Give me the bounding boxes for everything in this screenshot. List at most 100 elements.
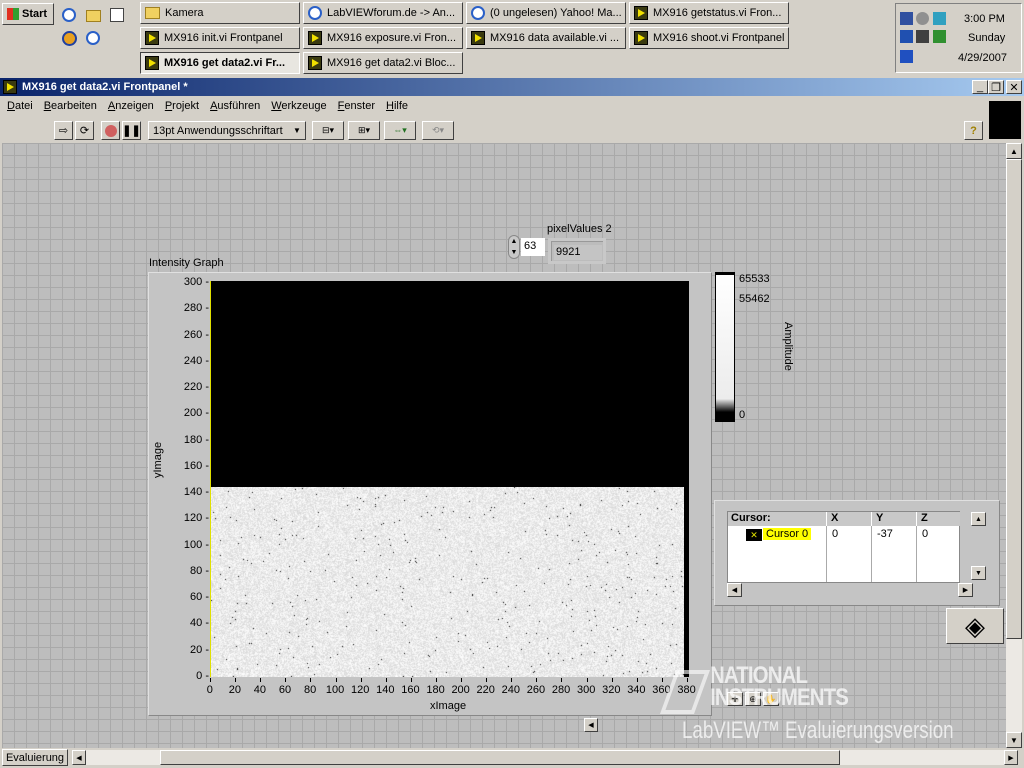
y-tick-label: 140 - — [184, 486, 209, 498]
window-title: MX916 get data2.vi Frontpanel * — [22, 81, 188, 93]
menu-projekt[interactable]: Projekt — [165, 100, 199, 112]
cursor-name[interactable]: Cursor 0 — [763, 528, 811, 540]
x-tick-label: 0 — [207, 684, 213, 696]
pixel-values-label: pixelValues 2 — [547, 223, 612, 235]
cursor-z[interactable]: 0 — [922, 528, 928, 540]
quick-launch-desktop-icon[interactable] — [110, 8, 124, 22]
vi-icon[interactable] — [989, 101, 1021, 139]
y-tick-label: 60 - — [190, 591, 209, 603]
y-tick-label: 100 - — [184, 539, 209, 551]
x-tick-label: 240 — [502, 684, 520, 696]
hscroll-thumb[interactable] — [160, 750, 840, 765]
task-kamera[interactable]: Kamera — [140, 2, 300, 24]
panel-scroll-left[interactable]: ◀ — [584, 718, 598, 732]
hscroll-right-button[interactable]: ▶ — [1004, 750, 1018, 765]
labview-icon — [308, 56, 322, 70]
x-tick-mark — [235, 678, 236, 682]
x-tick-label: 340 — [627, 684, 645, 696]
vertical-scrollbar[interactable]: ▲ ▼ — [1006, 143, 1022, 748]
task-yahoo[interactable]: (0 ungelesen) Yahoo! Ma... — [466, 2, 626, 24]
minimize-button[interactable]: _ — [972, 80, 988, 94]
tray-icon-cd[interactable] — [916, 12, 929, 25]
start-button[interactable]: Start — [2, 3, 54, 25]
legend-scroll-right[interactable]: ▶ — [958, 583, 973, 597]
distribute-objects-button[interactable]: ⊞▾ — [348, 121, 380, 140]
legend-scroll-down[interactable]: ▼ — [971, 566, 986, 580]
resize-objects-button[interactable]: ⇔▾ — [384, 121, 416, 140]
reorder-button[interactable]: ⟲▾ — [422, 121, 454, 140]
quick-launch-ie2-icon[interactable] — [86, 31, 100, 45]
labview-icon — [471, 31, 485, 45]
plot-area[interactable] — [210, 281, 689, 677]
legend-scroll-up[interactable]: ▲ — [971, 512, 986, 526]
task-get-data2-block[interactable]: MX916 get data2.vi Bloc... — [303, 52, 463, 74]
quick-launch-ie-icon[interactable] — [62, 8, 76, 22]
font-select[interactable]: 13pt Anwendungsschriftart ▼ — [148, 121, 306, 140]
task-labviewforum[interactable]: LabVIEWforum.de -> An... — [303, 2, 463, 24]
legend-scroll-left[interactable]: ◀ — [727, 583, 742, 597]
x-tick-label: 60 — [279, 684, 291, 696]
task-shoot[interactable]: MX916 shoot.vi Frontpanel — [629, 27, 789, 49]
x-tick-label: 320 — [602, 684, 620, 696]
cursor-move-button[interactable]: ◈ — [946, 608, 1004, 644]
labview-icon — [308, 31, 322, 45]
tray-icon-sync[interactable] — [933, 12, 946, 25]
close-button[interactable]: ✕ — [1006, 80, 1022, 94]
quick-launch-media-icon[interactable] — [62, 31, 77, 46]
menu-hilfe[interactable]: Hilfe — [386, 100, 408, 112]
x-tick-mark — [336, 678, 337, 682]
x-tick-mark — [536, 678, 537, 682]
watermark-line3: LabVIEW™ Evaluierungsversion — [682, 719, 954, 743]
align-objects-button[interactable]: ⊟▾ — [312, 121, 344, 140]
y-axis-label: yImage — [152, 442, 164, 478]
menu-werkzeuge[interactable]: Werkzeuge — [271, 100, 326, 112]
cursor-x[interactable]: 0 — [832, 528, 838, 540]
intensity-image — [211, 487, 684, 677]
run-button[interactable]: ⇨ — [54, 121, 73, 140]
pixel-values-value: 9921 — [554, 245, 602, 260]
restore-button[interactable]: ❐ — [988, 80, 1004, 94]
y-tick-label: 40 - — [190, 617, 209, 629]
run-continuously-button[interactable]: ⟳ — [75, 121, 94, 140]
task-exposure[interactable]: MX916 exposure.vi Fron... — [303, 27, 463, 49]
menu-bearbeiten[interactable]: Bearbeiten — [44, 100, 97, 112]
window-title-bar: MX916 get data2.vi Frontpanel * — [0, 78, 1024, 96]
windows-logo-icon — [7, 8, 19, 20]
tray-icon-book[interactable] — [900, 50, 913, 63]
hscroll-left-button[interactable]: ◀ — [72, 750, 86, 765]
task-init[interactable]: MX916 init.vi Frontpanel — [140, 27, 300, 49]
index-value[interactable]: 63 — [521, 238, 545, 256]
dropdown-arrow-icon: ▼ — [293, 126, 305, 135]
index-stepper[interactable]: ▲ ▼ — [508, 235, 520, 259]
tray-icon-camera[interactable] — [916, 30, 929, 43]
x-tick-label: 220 — [477, 684, 495, 696]
cursor-y[interactable]: -37 — [877, 528, 893, 540]
colorbar-tick-mid: 55462 — [739, 293, 770, 305]
scroll-down-button[interactable]: ▼ — [1006, 732, 1022, 748]
task-getstatus[interactable]: MX916 getstatus.vi Fron... — [629, 2, 789, 24]
abort-button[interactable] — [101, 121, 120, 140]
x-tick-mark — [310, 678, 311, 682]
task-get-data2-frontpanel[interactable]: MX916 get data2.vi Fr... — [140, 52, 300, 74]
context-help-button[interactable]: ? — [964, 121, 983, 140]
tray-icon-network[interactable] — [900, 12, 913, 25]
x-tick-label: 20 — [229, 684, 241, 696]
menu-datei[interactable]: Datei — [7, 100, 33, 112]
menu-anzeigen[interactable]: Anzeigen — [108, 100, 154, 112]
scroll-up-button[interactable]: ▲ — [1006, 143, 1022, 159]
project-context-label[interactable]: Evaluierung — [2, 749, 68, 766]
menu-ausfuehren[interactable]: Ausführen — [210, 100, 260, 112]
tray-icon-wifi[interactable] — [933, 30, 946, 43]
cursor-header-x: X — [827, 512, 871, 526]
task-data-available[interactable]: MX916 data available.vi ... — [466, 27, 626, 49]
x-tick-mark — [285, 678, 286, 682]
x-tick-mark — [436, 678, 437, 682]
scroll-thumb[interactable] — [1006, 159, 1022, 639]
labview-icon — [634, 6, 648, 20]
x-tick-label: 200 — [451, 684, 469, 696]
quick-launch-folder-icon[interactable] — [86, 10, 101, 22]
cursor-header-y: Y — [872, 512, 916, 526]
pause-button[interactable]: ❚❚ — [122, 121, 141, 140]
menu-fenster[interactable]: Fenster — [338, 100, 375, 112]
tray-icon-x[interactable] — [900, 30, 913, 43]
